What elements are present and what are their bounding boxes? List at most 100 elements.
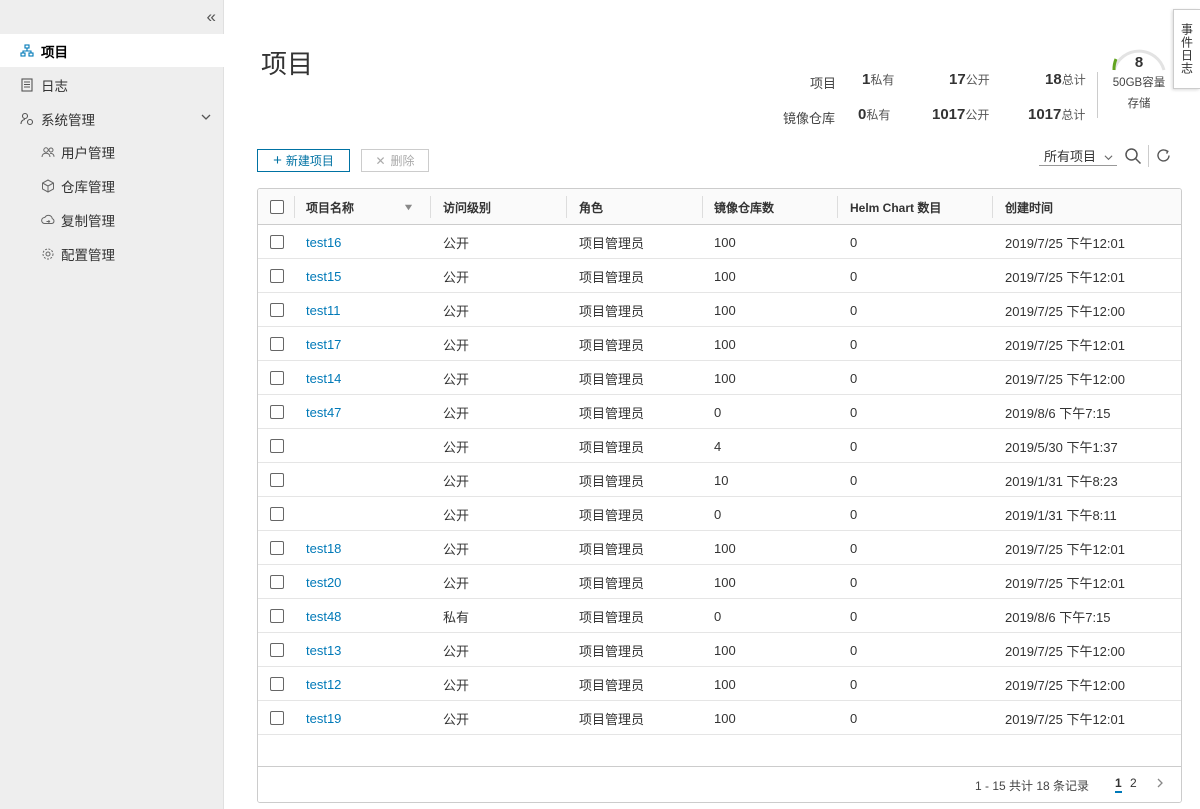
sidebar-item-replication[interactable]: 复制管理: [0, 204, 224, 236]
sidebar: « 项目 日志 系统管理 用户管理 仓库管理 复制管理 配置管理: [0, 0, 224, 809]
table-footer: 1 - 15 共计 18 条记录 1 2: [258, 766, 1181, 802]
project-name-link[interactable]: test19: [306, 701, 341, 735]
row-checkbox[interactable]: [270, 235, 284, 249]
table-row: 公开 项目管理员 10 0 2019/1/31 下午8:23: [258, 463, 1181, 497]
sidebar-item-label: 用户管理: [61, 146, 115, 161]
page-2-link[interactable]: 2: [1130, 776, 1137, 790]
sidebar-item-users[interactable]: 用户管理: [0, 136, 224, 168]
repo-count: 100: [714, 710, 736, 726]
role: 项目管理员: [579, 541, 645, 557]
stats-repos-label: 镜像仓库: [783, 111, 836, 126]
role: 项目管理员: [579, 507, 645, 523]
repo-count: 100: [714, 642, 736, 658]
search-icon[interactable]: [1124, 147, 1142, 168]
project-name-link[interactable]: test13: [306, 633, 341, 667]
chevron-right-icon[interactable]: [1155, 777, 1165, 792]
delete-button[interactable]: ✕ 删除: [361, 149, 429, 172]
repo-count: 100: [714, 234, 736, 250]
chart-count: 0: [850, 608, 858, 624]
chart-count: 0: [850, 540, 858, 556]
row-checkbox[interactable]: [270, 711, 284, 725]
row-checkbox[interactable]: [270, 405, 284, 419]
event-log-tab[interactable]: 事件日志: [1173, 9, 1200, 89]
project-name-link[interactable]: test14: [306, 361, 341, 395]
sidebar-item-projects[interactable]: 项目: [0, 34, 224, 67]
project-name-link[interactable]: test12: [306, 667, 341, 701]
creation-time: 2019/7/25 下午12:01: [1005, 541, 1125, 557]
repo-count: 100: [714, 302, 736, 318]
row-checkbox[interactable]: [270, 337, 284, 351]
access-level: 私有: [443, 609, 470, 625]
row-checkbox[interactable]: [270, 609, 284, 623]
row-checkbox[interactable]: [270, 643, 284, 657]
column-header-access[interactable]: 访问级别: [443, 189, 491, 225]
role: 项目管理员: [579, 711, 645, 727]
project-name-link[interactable]: test48: [306, 599, 341, 633]
users-icon: [41, 145, 55, 159]
stat-repos-total: 1017总计: [1028, 106, 1086, 123]
collapse-sidebar-icon[interactable]: «: [207, 7, 217, 27]
sidebar-item-label: 系统管理: [41, 112, 95, 128]
chart-count: 0: [850, 574, 858, 590]
project-name-link[interactable]: test15: [306, 259, 341, 293]
row-checkbox[interactable]: [270, 541, 284, 555]
storage-label: 存储: [1127, 98, 1151, 110]
table-row: test48 私有 项目管理员 0 0 2019/8/6 下午7:15: [258, 599, 1181, 633]
row-checkbox[interactable]: [270, 473, 284, 487]
repo-count: 100: [714, 370, 736, 386]
sidebar-item-system-admin[interactable]: 系统管理: [0, 102, 224, 135]
creation-time: 2019/1/31 下午8:11: [1005, 507, 1117, 523]
stat-projects-total: 18总计: [1045, 71, 1086, 88]
table-row: test16 公开 项目管理员 100 0 2019/7/25 下午12:01: [258, 225, 1181, 259]
column-header-repos[interactable]: 镜像仓库数: [714, 189, 774, 225]
row-checkbox[interactable]: [270, 303, 284, 317]
repo-count: 100: [714, 268, 736, 284]
projects-table: 项目名称 访问级别 角色 镜像仓库数 Helm Chart 数目 创建时间 te…: [257, 188, 1182, 803]
storage-capacity: 50GB容量: [1112, 77, 1166, 89]
refresh-icon[interactable]: [1155, 147, 1172, 167]
row-checkbox[interactable]: [270, 371, 284, 385]
creation-time: 2019/7/25 下午12:01: [1005, 711, 1125, 727]
project-name-link[interactable]: test17: [306, 327, 341, 361]
project-name-link[interactable]: test11: [306, 293, 340, 327]
role: 项目管理员: [579, 643, 645, 659]
new-project-button[interactable]: + 新建项目: [257, 149, 350, 172]
table-row: test15 公开 项目管理员 100 0 2019/7/25 下午12:01: [258, 259, 1181, 293]
row-checkbox[interactable]: [270, 269, 284, 283]
row-checkbox[interactable]: [270, 507, 284, 521]
sidebar-item-configuration[interactable]: 配置管理: [0, 238, 224, 270]
column-header-charts[interactable]: Helm Chart 数目: [850, 189, 941, 225]
chevron-down-icon: [1104, 150, 1113, 165]
creation-time: 2019/7/25 下午12:01: [1005, 269, 1125, 285]
select-all-checkbox[interactable]: [270, 200, 284, 214]
repo-count: 0: [714, 404, 722, 420]
project-name-link[interactable]: test18: [306, 531, 341, 565]
table-row: test47 公开 项目管理员 0 0 2019/8/6 下午7:15: [258, 395, 1181, 429]
chart-count: 0: [850, 234, 858, 250]
repo-count: 0: [714, 506, 722, 522]
project-name-link[interactable]: test47: [306, 395, 341, 429]
column-header-name[interactable]: 项目名称: [306, 189, 354, 225]
repo-count: 10: [714, 472, 729, 488]
access-level: 公开: [443, 643, 470, 659]
row-checkbox[interactable]: [270, 575, 284, 589]
chart-count: 0: [850, 370, 858, 386]
page-1-link[interactable]: 1: [1115, 776, 1122, 793]
row-checkbox[interactable]: [270, 439, 284, 453]
column-header-role[interactable]: 角色: [579, 189, 603, 225]
row-checkbox[interactable]: [270, 677, 284, 691]
project-filter-select[interactable]: 所有项目: [1039, 146, 1117, 166]
role: 项目管理员: [579, 677, 645, 693]
filter-icon[interactable]: [404, 189, 413, 225]
access-level: 公开: [443, 711, 470, 727]
project-name-link[interactable]: test20: [306, 565, 341, 599]
role: 项目管理员: [579, 371, 645, 387]
sidebar-item-label: 仓库管理: [61, 180, 115, 195]
chart-count: 0: [850, 336, 858, 352]
chart-count: 0: [850, 404, 858, 420]
project-name-link[interactable]: test16: [306, 225, 341, 259]
pagination-summary: 1 - 15 共计 18 条记录: [975, 779, 1090, 793]
column-header-created[interactable]: 创建时间: [1005, 189, 1053, 225]
sidebar-item-registries[interactable]: 仓库管理: [0, 170, 224, 202]
sidebar-item-logs[interactable]: 日志: [0, 68, 224, 101]
